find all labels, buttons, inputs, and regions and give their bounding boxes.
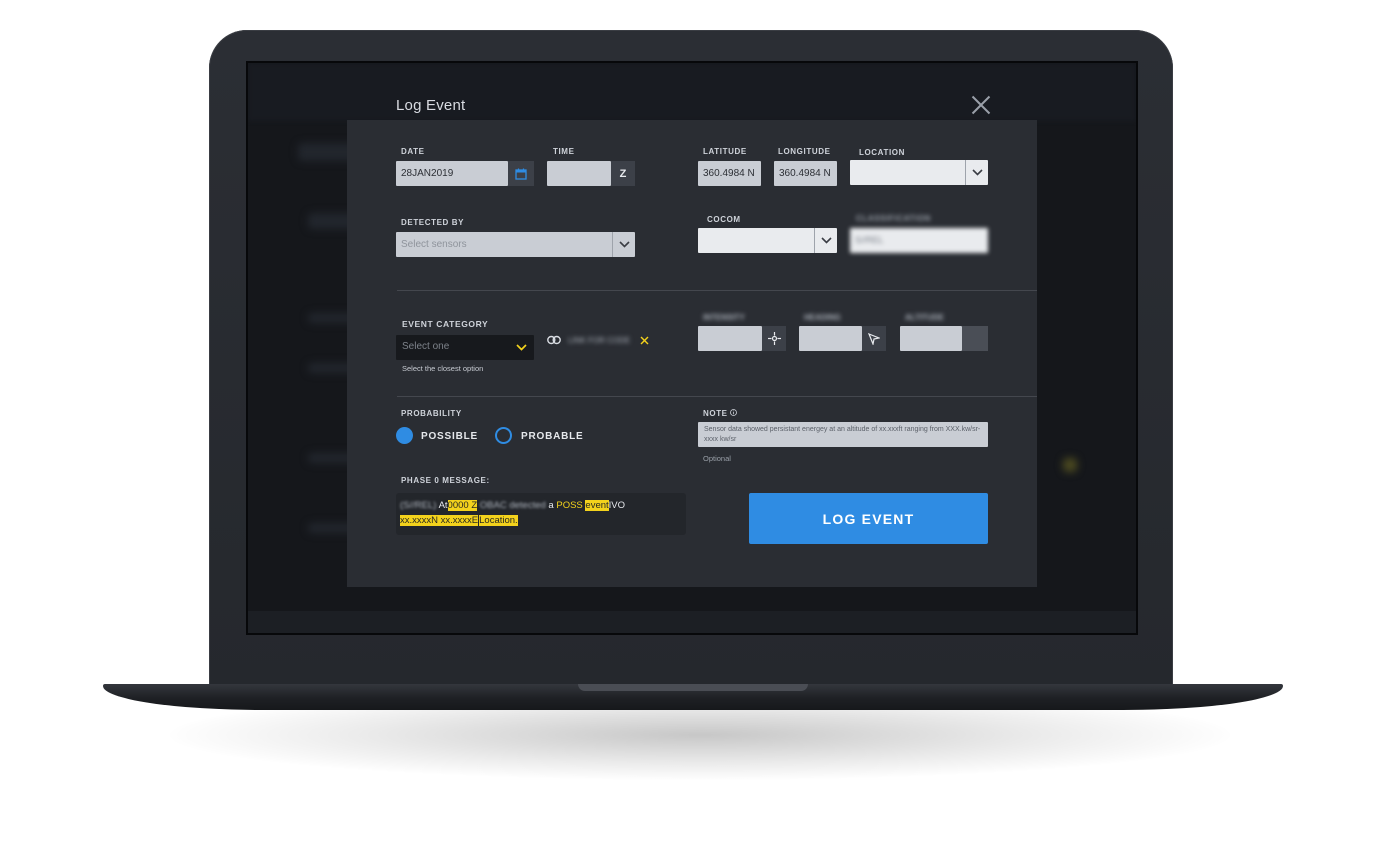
time-input[interactable]	[547, 161, 611, 186]
phase-message-box: (S//REL) At0000 Z OBAC detected a POSS e…	[396, 493, 686, 535]
log-event-button[interactable]: LOG EVENT	[749, 493, 988, 544]
heading-label: HEADING	[804, 313, 841, 322]
link-icon[interactable]	[547, 335, 561, 345]
longitude-label: LONGITUDE	[778, 147, 831, 156]
calendar-button[interactable]	[508, 161, 534, 186]
classification-input[interactable]: S//REL	[850, 228, 988, 253]
background-app-badge	[1063, 458, 1077, 472]
note-hint: Optional	[703, 454, 731, 463]
latitude-input[interactable]: 360.4984 N	[698, 161, 761, 186]
phase-message-label: PHASE 0 MESSAGE:	[401, 476, 490, 485]
navigation-arrow-icon	[868, 332, 880, 345]
event-category-hint: Select the closest option	[402, 364, 484, 373]
message-event-highlight[interactable]: event	[585, 500, 609, 511]
radio-possible[interactable]	[396, 427, 413, 444]
background-app-footer	[248, 611, 1136, 633]
detected-by-placeholder: Select sensors	[401, 239, 467, 250]
altitude-input[interactable]	[900, 326, 962, 351]
section-divider	[397, 290, 1037, 291]
note-label: NOTE	[703, 409, 728, 418]
longitude-input[interactable]: 360.4984 N	[774, 161, 837, 186]
timezone-suffix: Z	[611, 161, 635, 186]
laptop-mockup: Log Event DATE 28JAN2019 TIME Z LATITUDE…	[0, 0, 1400, 842]
location-label: LOCATION	[859, 148, 905, 157]
event-category-link-text[interactable]: LINK FOR CODE	[568, 336, 630, 345]
message-sensor: OBAC detected	[479, 500, 546, 511]
message-a: a	[548, 500, 554, 511]
message-time-highlight[interactable]: 0000 Z	[447, 500, 478, 511]
probability-label: PROBABILITY	[401, 409, 462, 418]
intensity-label: INTENSITY	[703, 313, 745, 322]
chevron-down-icon	[814, 228, 837, 253]
note-textarea[interactable]: Sensor data showed persistant energey at…	[698, 422, 988, 447]
heading-input[interactable]	[799, 326, 862, 351]
message-ivo: IVO	[608, 500, 626, 511]
event-category-label: EVENT CATEGORY	[402, 319, 489, 329]
message-at: At	[438, 500, 448, 511]
intensity-input[interactable]	[698, 326, 762, 351]
date-label: DATE	[401, 147, 425, 156]
message-classification: (S//REL)	[400, 500, 437, 511]
classification-group: CLASSIFICATION S//REL	[846, 212, 994, 258]
chevron-down-icon	[612, 232, 635, 257]
cocom-select[interactable]	[698, 228, 837, 253]
clear-icon[interactable]	[640, 336, 649, 345]
crosshair-button[interactable]	[762, 326, 786, 351]
radio-probable[interactable]	[495, 427, 512, 444]
radio-probable-label[interactable]: PROBABLE	[521, 431, 584, 442]
calendar-icon	[515, 168, 527, 180]
chevron-down-icon	[516, 344, 527, 351]
date-input[interactable]: 28JAN2019	[396, 161, 508, 186]
message-location-highlight[interactable]: Location.	[479, 515, 518, 526]
event-category-select[interactable]: Select one	[396, 335, 534, 360]
classification-label: CLASSIFICATION	[856, 214, 931, 223]
altitude-label: ALTITUDE	[905, 313, 944, 322]
detected-by-label: DETECTED BY	[401, 218, 465, 227]
close-icon[interactable]	[971, 95, 991, 115]
location-select[interactable]	[850, 160, 988, 185]
event-category-placeholder: Select one	[402, 341, 450, 352]
radio-possible-label[interactable]: POSSIBLE	[421, 431, 478, 442]
time-label: TIME	[553, 147, 575, 156]
chevron-down-icon	[965, 160, 988, 185]
modal-title: Log Event	[396, 97, 466, 114]
latitude-label: LATITUDE	[703, 147, 747, 156]
section-divider	[397, 396, 1037, 397]
detected-by-select[interactable]: Select sensors	[396, 232, 635, 257]
altitude-unit-addon	[962, 326, 988, 351]
message-coords-highlight[interactable]: xx.xxxxN xx.xxxxE	[400, 515, 479, 526]
heading-button[interactable]	[862, 326, 886, 351]
crosshair-icon	[767, 332, 781, 345]
modal-header: Log Event	[347, 84, 1037, 120]
laptop-notch	[578, 684, 808, 691]
info-icon[interactable]	[730, 409, 737, 416]
message-poss[interactable]: POSS	[556, 500, 582, 511]
cocom-label: COCOM	[707, 215, 741, 224]
